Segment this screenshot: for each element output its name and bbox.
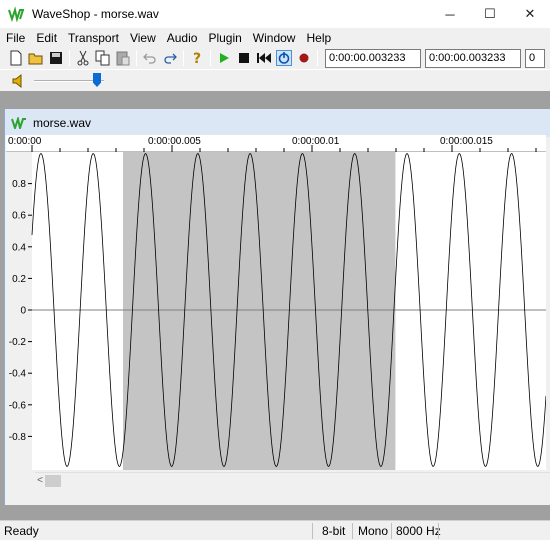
- amplitude-label: 0.8: [12, 179, 26, 190]
- rewind-icon[interactable]: [256, 50, 272, 66]
- menu-file[interactable]: File: [0, 31, 30, 45]
- menu-transport[interactable]: Transport: [62, 31, 124, 45]
- status-bit-depth: 8-bit: [322, 524, 346, 538]
- new-file-icon[interactable]: [8, 50, 24, 66]
- selection-end-field[interactable]: 0:00:00.003233: [425, 48, 521, 68]
- close-button[interactable]: ✕: [510, 0, 550, 28]
- paste-icon[interactable]: [115, 50, 131, 66]
- cut-icon[interactable]: [75, 50, 91, 66]
- selection-region: [122, 152, 396, 470]
- minimize-button[interactable]: ─: [430, 0, 470, 28]
- amplitude-label: -0.8: [9, 432, 27, 443]
- undo-icon[interactable]: [142, 50, 158, 66]
- ruler-label: 0:00:00.01: [292, 136, 340, 147]
- selection-length-field[interactable]: 0: [525, 48, 545, 68]
- toolbar-separator: [210, 50, 211, 66]
- document-title-bar: morse.wav: [5, 109, 550, 137]
- maximize-button[interactable]: ☐: [470, 0, 510, 28]
- scroll-left-arrow[interactable]: <: [35, 473, 45, 488]
- menu-edit[interactable]: Edit: [30, 31, 62, 45]
- redo-icon[interactable]: [162, 50, 178, 66]
- menu-plugin[interactable]: Plugin: [202, 31, 246, 45]
- help-icon[interactable]: ?: [189, 50, 205, 66]
- amplitude-label: 0.4: [12, 242, 26, 253]
- amplitude-label: -0.2: [9, 337, 27, 348]
- waveshop-doc-icon: [11, 117, 26, 129]
- open-folder-icon[interactable]: [28, 50, 44, 66]
- toolbar-separator: [69, 50, 70, 66]
- amplitude-label: -0.4: [9, 369, 27, 380]
- main-toolbar: ? 0:00:00.003233 0:00:00.003233 0: [0, 47, 550, 69]
- title-bar: WaveShop - morse.wav ─ ☐ ✕: [0, 0, 550, 28]
- amplitude-label: -0.6: [9, 400, 27, 411]
- ruler-label: 0:00:00: [8, 136, 42, 147]
- ruler-label: 0:00:00.005: [148, 136, 201, 147]
- speaker-icon[interactable]: [10, 73, 26, 89]
- horizontal-scrollbar[interactable]: <: [35, 472, 550, 487]
- menu-bar: File Edit Transport View Audio Plugin Wi…: [0, 28, 550, 47]
- time-ruler[interactable]: 0:00:00 0:00:00.005 0:00:00.01 0:00:00.0…: [6, 135, 546, 152]
- waveform-view[interactable]: 0.8 0.6 0.4 0.2 0 -0.2 -0.4 -0.6 -0.8: [6, 152, 547, 470]
- menu-view[interactable]: View: [124, 31, 161, 45]
- menu-help[interactable]: Help: [300, 31, 336, 45]
- status-sample-rate: 8000 Hz: [396, 524, 441, 538]
- amplitude-label: 0.2: [12, 274, 26, 285]
- window-title: WaveShop - morse.wav: [32, 7, 159, 21]
- stop-icon[interactable]: [236, 50, 252, 66]
- selection-start-field[interactable]: 0:00:00.003233: [325, 48, 421, 68]
- status-channels: Mono: [358, 524, 389, 538]
- save-icon[interactable]: [48, 50, 64, 66]
- amplitude-label: 0: [20, 306, 26, 317]
- amplitude-label: 0.6: [12, 211, 26, 222]
- toolbar-separator: [183, 50, 184, 66]
- toolbar-separator: [136, 50, 137, 66]
- play-icon[interactable]: [216, 50, 232, 66]
- toolbar-separator: [317, 50, 318, 66]
- scroll-thumb[interactable]: [45, 475, 61, 487]
- record-icon[interactable]: [296, 50, 312, 66]
- status-text: Ready: [4, 524, 39, 538]
- menu-window[interactable]: Window: [247, 31, 301, 45]
- menu-audio[interactable]: Audio: [161, 31, 203, 45]
- waveshop-logo-icon: [8, 6, 24, 22]
- loop-icon[interactable]: [276, 50, 292, 66]
- document-title: morse.wav: [33, 116, 92, 130]
- volume-toolbar: [0, 69, 550, 91]
- ruler-label: 0:00:00.015: [440, 136, 493, 147]
- svg-text:?: ?: [193, 51, 201, 66]
- volume-slider-thumb[interactable]: [93, 73, 101, 87]
- copy-icon[interactable]: [95, 50, 111, 66]
- mdi-workspace: morse.wav 0:00:00 0:00:00.005 0:00:00.01…: [0, 91, 550, 520]
- status-bar: Ready 8-bit Mono 8000 Hz: [0, 520, 550, 540]
